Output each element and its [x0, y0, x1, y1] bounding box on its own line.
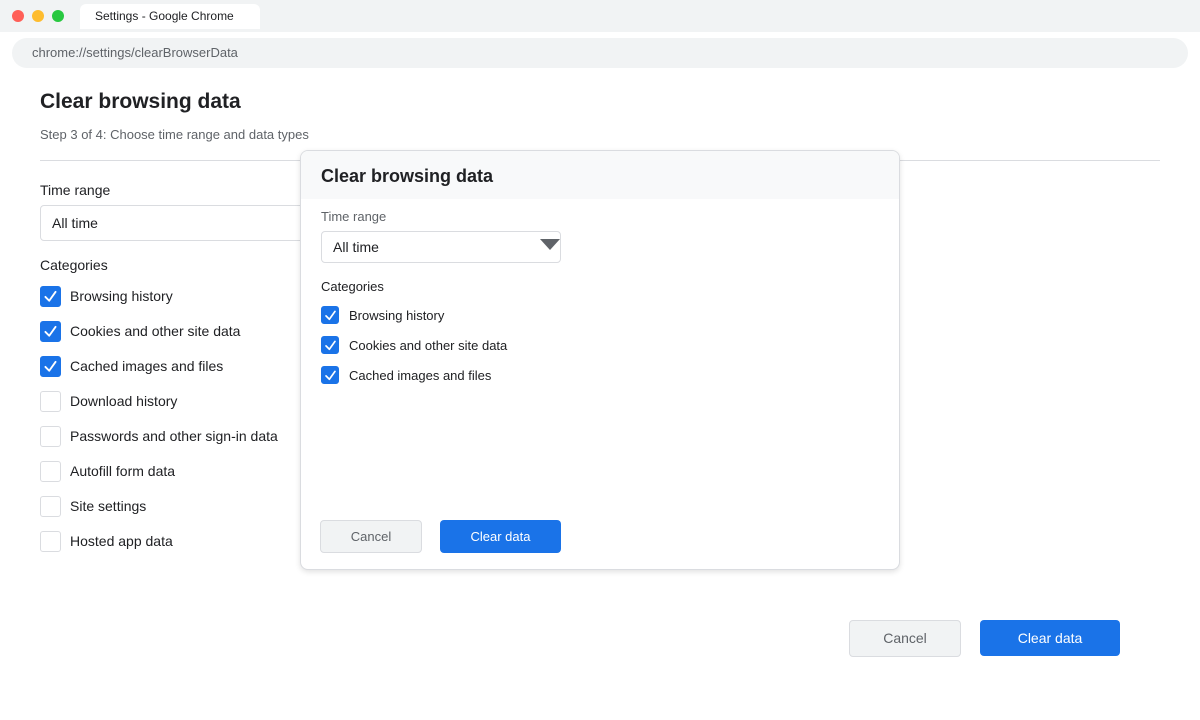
- checkbox[interactable]: [321, 336, 339, 354]
- category-row[interactable]: Browsing history: [40, 285, 173, 307]
- time-range-select[interactable]: All time: [40, 205, 340, 241]
- maximize-window-button[interactable]: [52, 10, 64, 22]
- tab-title: Settings - Google Chrome: [95, 9, 234, 23]
- category-row[interactable]: Site settings: [40, 495, 146, 517]
- dialog-title: Clear browsing data: [321, 166, 494, 186]
- checkmark-icon: [44, 360, 57, 372]
- checkbox-label: Download history: [70, 393, 178, 409]
- title-bar: Settings - Google Chrome: [0, 0, 1200, 32]
- dialog-categories-label: Categories: [321, 279, 384, 294]
- checkbox-label: Cached images and files: [349, 367, 492, 383]
- checkbox[interactable]: [321, 306, 339, 324]
- close-window-button[interactable]: [12, 10, 24, 22]
- clear-data-button[interactable]: Clear data: [980, 620, 1120, 656]
- dialog-category-row[interactable]: Browsing history: [321, 306, 444, 324]
- checkmark-icon: [324, 370, 336, 380]
- categories-label: Categories: [40, 257, 108, 273]
- checkmark-icon: [324, 340, 336, 350]
- dialog-category-row[interactable]: Cached images and files: [321, 366, 491, 384]
- page-title: Clear browsing data: [40, 90, 241, 113]
- checkbox-label: Browsing history: [70, 288, 173, 304]
- browser-tab[interactable]: Settings - Google Chrome: [80, 4, 260, 29]
- category-row[interactable]: Autofill form data: [40, 460, 175, 482]
- checkbox-label: Cookies and other site data: [70, 323, 241, 339]
- checkbox[interactable]: [40, 390, 61, 412]
- dialog-cancel-button[interactable]: Cancel: [320, 520, 422, 553]
- checkmark-icon: [44, 290, 57, 302]
- dialog-clear-data-button[interactable]: Clear data: [440, 520, 561, 553]
- checkbox-label: Cached images and files: [70, 358, 224, 374]
- category-row[interactable]: Passwords and other sign-in data: [40, 425, 278, 447]
- checkbox[interactable]: [40, 285, 61, 307]
- dialog-time-range-select[interactable]: All time: [321, 231, 561, 263]
- checkbox-label: Autofill form data: [70, 463, 176, 479]
- checkbox[interactable]: [40, 530, 61, 552]
- checkbox-label: Site settings: [70, 498, 147, 514]
- checkbox[interactable]: [321, 366, 339, 384]
- dialog-category-row[interactable]: Cookies and other site data: [321, 336, 507, 354]
- minimize-window-button[interactable]: [32, 10, 44, 22]
- page-subtitle: Step 3 of 4: Choose time range and data …: [40, 127, 309, 142]
- time-range-label: Time range: [40, 182, 111, 198]
- category-row[interactable]: Download history: [40, 390, 177, 412]
- checkbox-label: Passwords and other sign-in data: [70, 428, 278, 444]
- checkbox-label: Browsing history: [349, 307, 445, 323]
- checkmark-icon: [324, 310, 336, 320]
- checkbox-label: Cookies and other site data: [349, 337, 508, 353]
- checkbox-label: Hosted app data: [70, 533, 173, 549]
- chevron-down-icon[interactable]: [540, 239, 560, 251]
- checkbox[interactable]: [40, 460, 61, 482]
- category-row[interactable]: Hosted app data: [40, 530, 173, 552]
- checkbox[interactable]: [40, 355, 61, 377]
- time-range-value: All time: [52, 215, 98, 231]
- dialog-header: Clear browsing data: [301, 151, 899, 199]
- checkbox[interactable]: [40, 495, 61, 517]
- checkbox[interactable]: [40, 425, 61, 447]
- category-row[interactable]: Cached images and files: [40, 355, 223, 377]
- checkbox[interactable]: [40, 320, 61, 342]
- cancel-button[interactable]: Cancel: [849, 620, 961, 657]
- dialog-time-range-value: All time: [333, 239, 379, 255]
- category-row[interactable]: Cookies and other site data: [40, 320, 240, 342]
- dialog-time-range-label: Time range: [321, 209, 387, 224]
- checkmark-icon: [44, 325, 57, 337]
- address-bar[interactable]: chrome://settings/clearBrowserData: [12, 38, 1188, 68]
- clear-browsing-data-dialog: Clear browsing data Time range All time …: [300, 150, 900, 570]
- address-bar-url: chrome://settings/clearBrowserData: [32, 45, 238, 60]
